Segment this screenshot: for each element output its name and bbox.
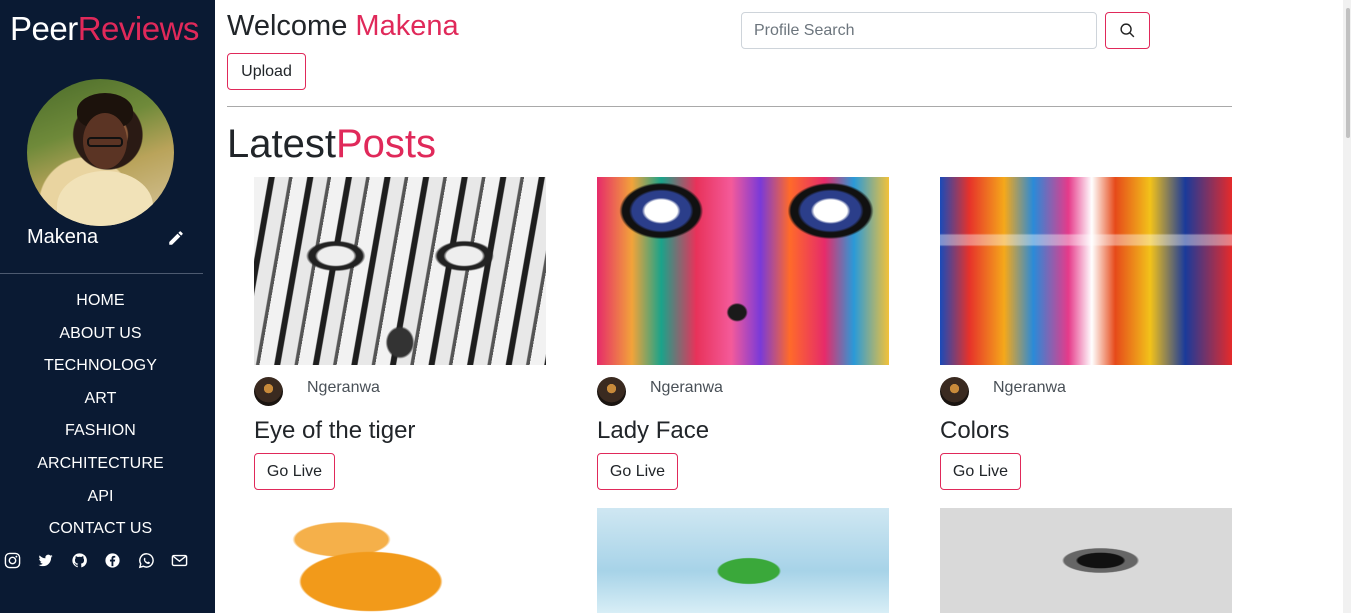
- post-image[interactable]: [597, 508, 889, 613]
- post-author[interactable]: Ngeranwa: [307, 379, 380, 397]
- post-card: [940, 508, 1232, 613]
- brand-logo[interactable]: PeerReviews: [10, 10, 199, 48]
- header-divider: [227, 106, 1232, 107]
- post-image[interactable]: [940, 508, 1232, 613]
- post-title: Lady Face: [597, 417, 710, 444]
- instagram-icon[interactable]: [4, 552, 21, 569]
- nav-item-fashion[interactable]: FASHION: [0, 418, 201, 451]
- nav-item-architecture[interactable]: ARCHITECTURE: [0, 451, 201, 484]
- section-title-accent: Posts: [335, 122, 437, 166]
- twitter-icon[interactable]: [37, 552, 54, 569]
- post-card: Ngeranwa Colors Go Live: [940, 177, 1232, 490]
- post-author[interactable]: Ngeranwa: [650, 379, 723, 397]
- facebook-icon[interactable]: [104, 552, 121, 569]
- post-card: Ngeranwa Lady Face Go Live: [597, 177, 889, 490]
- profile-username: Makena: [27, 226, 99, 248]
- github-icon[interactable]: [71, 552, 88, 569]
- go-live-button[interactable]: Go Live: [254, 453, 335, 490]
- post-author[interactable]: Ngeranwa: [993, 379, 1066, 397]
- nav-item-about-us[interactable]: ABOUT US: [0, 321, 201, 354]
- post-image[interactable]: [254, 177, 546, 365]
- go-live-button[interactable]: Go Live: [597, 453, 678, 490]
- section-title-prefix: Latest: [227, 122, 336, 166]
- page-scrollbar-thumb[interactable]: [1346, 8, 1350, 138]
- nav-item-technology[interactable]: TECHNOLOGY: [0, 353, 201, 386]
- upload-button[interactable]: Upload: [227, 53, 306, 90]
- nav-item-contact-us[interactable]: CONTACT US: [0, 516, 201, 549]
- post-image[interactable]: [254, 508, 546, 613]
- section-title: LatestPosts: [227, 122, 436, 167]
- go-live-button[interactable]: Go Live: [940, 453, 1021, 490]
- post-image[interactable]: [940, 177, 1232, 365]
- pencil-icon[interactable]: [167, 229, 185, 247]
- mail-icon[interactable]: [171, 552, 188, 569]
- welcome-prefix: Welcome: [227, 10, 348, 42]
- nav-item-art[interactable]: ART: [0, 386, 201, 419]
- brand-accent: Reviews: [77, 10, 200, 47]
- author-avatar: [597, 377, 626, 406]
- nav-item-home[interactable]: HOME: [0, 288, 201, 321]
- search-icon: [1120, 23, 1135, 38]
- post-card: Ngeranwa Eye of the tiger Go Live: [254, 177, 546, 490]
- post-image[interactable]: [597, 177, 889, 365]
- sidebar: PeerReviews Makena HOME ABOUT US TECHNOL…: [0, 0, 215, 613]
- sidebar-nav: HOME ABOUT US TECHNOLOGY ART FASHION ARC…: [0, 288, 201, 549]
- post-card: [597, 508, 889, 613]
- sidebar-divider: [0, 273, 203, 274]
- post-card: [254, 508, 546, 613]
- welcome-name: Makena: [355, 10, 459, 42]
- social-links: [4, 552, 188, 569]
- brand-prefix: Peer: [10, 10, 78, 47]
- profile-search-input[interactable]: [741, 12, 1097, 49]
- welcome-heading: Welcome Makena: [227, 10, 459, 43]
- post-title: Eye of the tiger: [254, 417, 416, 444]
- whatsapp-icon[interactable]: [138, 552, 155, 569]
- author-avatar: [254, 377, 283, 406]
- author-avatar: [940, 377, 969, 406]
- search-button[interactable]: [1105, 12, 1150, 49]
- profile-avatar: [27, 79, 174, 226]
- post-title: Colors: [940, 417, 1010, 444]
- nav-item-api[interactable]: API: [0, 484, 201, 517]
